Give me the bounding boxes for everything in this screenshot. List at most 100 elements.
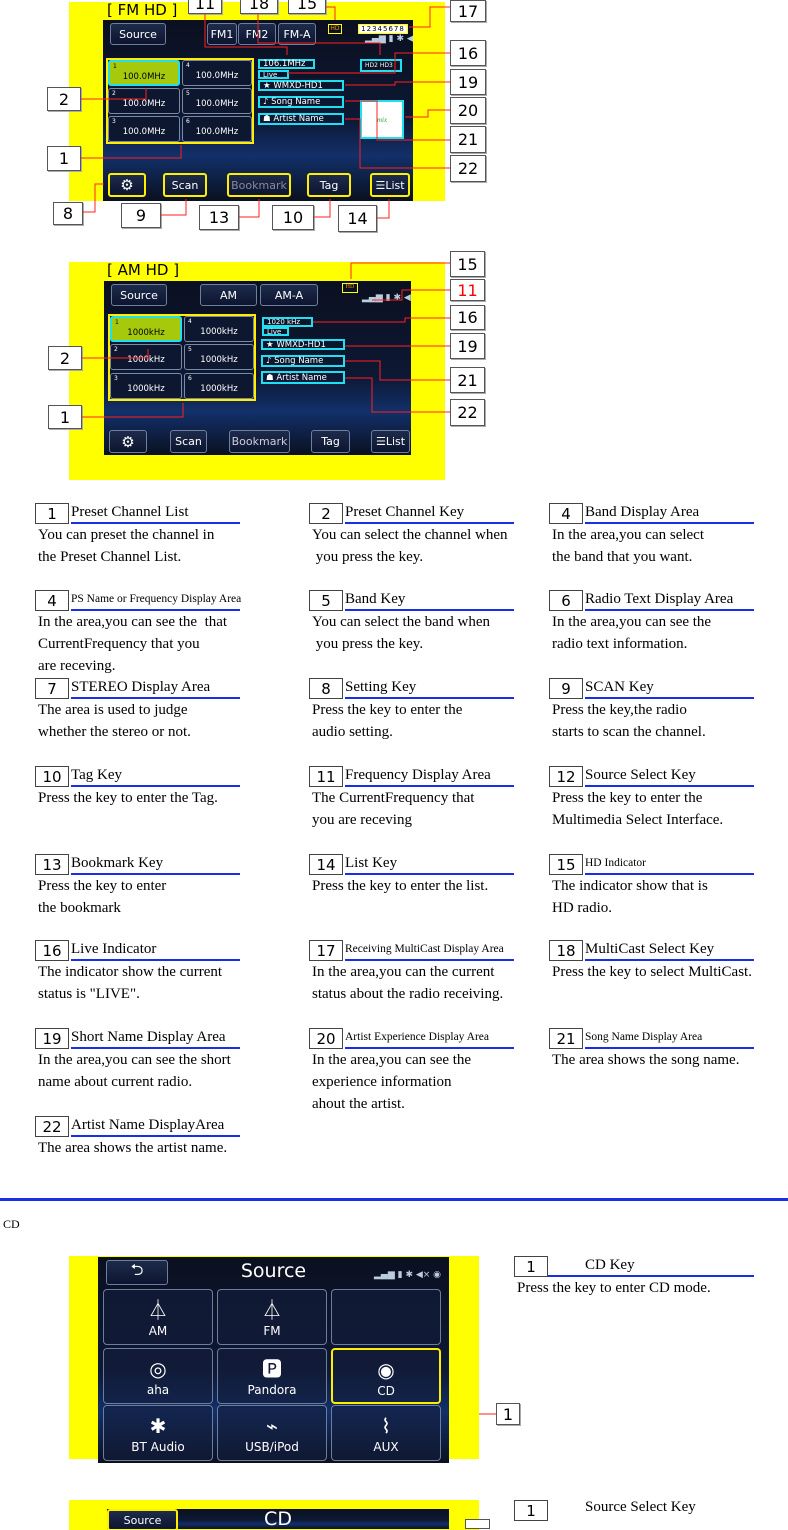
list-icon: ☰ (375, 435, 386, 448)
description-body: Press the key to enter the list. (312, 878, 489, 894)
band-am-a[interactable]: AM-A (260, 284, 318, 306)
description-body: You can preset the channel in the Preset… (38, 527, 215, 565)
star-icon: ★ (266, 339, 277, 350)
callout-15: 15 (288, 0, 326, 14)
description-body: Press the key to select MultiCast. (552, 964, 752, 980)
callout-22: 22 (450, 155, 486, 182)
description-title: STEREO Display Area (71, 677, 240, 699)
description-body: Press the key to enter the Multimedia Se… (552, 790, 724, 828)
callout-17: 17 (450, 0, 486, 22)
number-box: 2 (309, 503, 343, 524)
description-body: Press the key to enter the Tag. (38, 790, 218, 806)
band-am[interactable]: AM (200, 284, 257, 306)
list-icon: ☰ (375, 178, 386, 192)
multicast-select-key[interactable]: HD2 HD3 (360, 59, 402, 72)
source-item-pandora[interactable]: 🅿 Pandora (217, 1348, 327, 1404)
description-title: Artist Name DisplayArea (71, 1115, 240, 1137)
source-item-cd[interactable]: ◉ CD (331, 1348, 441, 1404)
source-item-aux[interactable]: ⌇ AUX (331, 1405, 441, 1461)
band-fm2[interactable]: FM2 (238, 23, 276, 45)
gear-icon[interactable]: ⚙ (109, 430, 147, 453)
multicast-display: 12345678 (358, 24, 408, 34)
preset-freq: 100.0MHz (195, 127, 239, 137)
callout-11: 11 (188, 0, 222, 14)
preset-freq: 1000kHz (127, 328, 165, 338)
preset-freq: 100.0MHz (195, 71, 239, 81)
description-title: Tag Key (71, 765, 240, 787)
song-name-display: ♪ Song Name (258, 96, 344, 108)
artist-icon: ☗ (263, 114, 274, 124)
source-item-usb-ipod[interactable]: ⌁ USB/iPod (217, 1405, 327, 1461)
callout-9: 9 (121, 203, 161, 228)
description-title: Artist Experience Display Area (345, 1027, 514, 1049)
preset-freq: 100.0MHz (122, 127, 166, 137)
source-button[interactable]: Source (110, 23, 166, 45)
source-button[interactable]: Source (111, 284, 167, 306)
preset-key-5[interactable]: 5 100.0MHz (182, 88, 252, 114)
number-box: 21 (549, 1028, 583, 1049)
preset-key-5[interactable]: 5 1000kHz (184, 344, 254, 370)
callout-1: 1 (48, 405, 82, 429)
preset-freq: 100.0MHz (122, 72, 166, 82)
source-screen: ⮌ Source ▂▄▆ ▮ ✱ ◀× ◉ ⏃ AM ⏃ FM ◎ aha 🅿 Pandora… (98, 1257, 449, 1463)
short-name: WMXD-HD1 (273, 80, 323, 91)
description-body: The indicator show the current status is… (38, 964, 223, 1002)
list-button[interactable]: ☰ List (370, 173, 410, 197)
bookmark-button[interactable]: Bookmark (229, 430, 290, 453)
source-item-am[interactable]: ⏃ AM (103, 1289, 213, 1345)
preset-freq: 1000kHz (127, 355, 165, 365)
source-item-label: BT Audio (131, 1440, 185, 1454)
preset-key-1[interactable]: 1 1000kHz (110, 316, 182, 342)
bookmark-button[interactable]: Bookmark (227, 173, 291, 197)
hd-indicator: HD (328, 24, 342, 34)
description-title: SCAN Key (585, 677, 754, 699)
tag-button[interactable]: Tag (311, 430, 350, 453)
source-item-empty[interactable] (331, 1289, 441, 1345)
tag-button[interactable]: Tag (307, 173, 351, 197)
preset-key-3[interactable]: 3 1000kHz (110, 373, 182, 399)
source-item-label: USB/iPod (245, 1440, 299, 1454)
source-item-label: CD (377, 1384, 395, 1398)
description-body: In the area,you can see the experience i… (312, 1052, 472, 1112)
list-label: List (385, 435, 406, 448)
empty-icon (332, 1296, 440, 1324)
preset-key-6[interactable]: 6 100.0MHz (182, 116, 252, 142)
list-button[interactable]: ☰ List (371, 430, 410, 453)
source-item-aha[interactable]: ◎ aha (103, 1348, 213, 1404)
description-body: Press the key to enter the audio setting… (312, 702, 463, 740)
callout-18: 18 (240, 0, 278, 14)
source-item-bt-audio[interactable]: ✱ BT Audio (103, 1405, 213, 1461)
callout-2: 2 (48, 346, 82, 370)
number-box: 18 (549, 940, 583, 961)
short-name-display: ★ WMXD-HD1 (258, 80, 344, 91)
artist-name-display: ☗ Artist Name (261, 371, 345, 384)
description-title: PS Name or Frequency Display Area (71, 589, 241, 611)
artist-name: Artist Name (273, 114, 324, 124)
preset-key-4[interactable]: 4 100.0MHz (182, 60, 252, 86)
source-item-label: AUX (373, 1440, 399, 1454)
callout-1: 1 (47, 146, 81, 171)
source-item-fm[interactable]: ⏃ FM (217, 1289, 327, 1345)
band-fm1[interactable]: FM1 (207, 23, 237, 45)
callout-2: 2 (47, 87, 81, 111)
preset-key-6[interactable]: 6 1000kHz (184, 373, 254, 399)
short-name: WMXD-HD1 (276, 339, 326, 350)
band-fm-a[interactable]: FM-A (278, 23, 316, 45)
scan-button[interactable]: Scan (163, 173, 207, 197)
number-box: 1 (514, 1500, 548, 1521)
scan-button[interactable]: Scan (170, 430, 207, 453)
preset-key-2[interactable]: 2 100.0MHz (108, 88, 180, 114)
preset-key-3[interactable]: 3 100.0MHz (108, 116, 180, 142)
preset-key-1[interactable]: 1 100.0MHz (108, 60, 180, 86)
description-body: The area shows the song name. (552, 1052, 740, 1068)
gear-icon[interactable]: ⚙ (108, 173, 146, 197)
source-item-label: Pandora (247, 1383, 297, 1397)
source-item-label: FM (263, 1324, 281, 1338)
number-box: 1 (514, 1256, 548, 1277)
artist-name-display: ☗ Artist Name (258, 113, 344, 125)
number-box: 13 (35, 854, 69, 875)
list-label: List (385, 178, 405, 192)
preset-key-2[interactable]: 2 1000kHz (110, 344, 182, 370)
preset-key-4[interactable]: 4 1000kHz (184, 316, 254, 342)
fm-heading: [ FM HD ] (107, 1, 178, 19)
